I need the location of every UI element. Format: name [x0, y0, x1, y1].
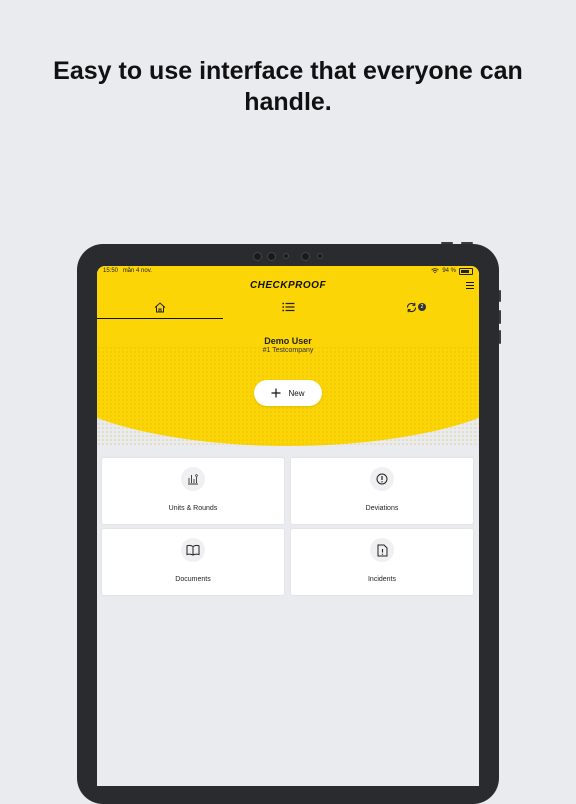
app-logo: CHECKPROOF [249, 280, 327, 291]
status-date: mån 4 nov. [122, 268, 152, 274]
list-icon [281, 302, 294, 312]
rounds-icon [181, 467, 205, 491]
plus-icon [271, 388, 281, 398]
camera-lens [267, 252, 276, 261]
camera-lens [301, 252, 310, 261]
tab-bar: 2 [97, 296, 479, 320]
top-button [441, 242, 453, 244]
user-info: Demo User #1 Testcompany [97, 336, 479, 354]
menu-icon[interactable] [466, 282, 474, 291]
tab-list[interactable] [223, 296, 353, 318]
card-label: Documents [175, 576, 211, 583]
card-deviations[interactable]: Deviations [291, 458, 473, 524]
tab-home[interactable] [97, 296, 223, 319]
volume-button [499, 290, 501, 302]
card-label: Units & Rounds [168, 505, 218, 512]
headline-line-2: handle. [244, 88, 332, 116]
book-icon [181, 538, 205, 562]
new-button-label: New [288, 388, 305, 398]
user-name: Demo User [264, 336, 312, 346]
card-documents[interactable]: Documents [102, 529, 284, 595]
battery-percent: 94 % [442, 268, 456, 274]
card-label: Deviations [365, 505, 399, 512]
headline-line-1: Easy to use interface that everyone can [53, 57, 523, 85]
tab-sync[interactable]: 2 [353, 296, 479, 318]
alert-icon [370, 467, 394, 491]
sensor-dot [283, 253, 289, 259]
status-time: 15:50 [103, 268, 119, 274]
volume-button [499, 310, 501, 324]
card-incidents[interactable]: Incidents [291, 529, 473, 595]
headline: Easy to use interface that everyone can … [0, 56, 576, 118]
wifi-icon [431, 268, 440, 273]
user-company: #1 Testcompany [262, 347, 314, 354]
new-button[interactable]: New [254, 380, 322, 406]
sensor-dot [317, 253, 323, 259]
sensor-dot [253, 252, 262, 261]
volume-button [499, 330, 501, 344]
top-button [461, 242, 473, 244]
incident-icon [370, 538, 394, 562]
card-label: Incidents [367, 576, 397, 583]
app-screen: 15:50 mån 4 nov. 94 % CHECKPROOF 2 Demo … [97, 266, 479, 786]
battery-icon [459, 267, 473, 275]
sync-count-badge: 2 [418, 303, 426, 311]
sync-icon [406, 302, 417, 312]
tablet-frame: 15:50 mån 4 nov. 94 % CHECKPROOF 2 Demo … [77, 242, 501, 804]
home-icon [154, 301, 166, 312]
status-bar: 15:50 mån 4 nov. 94 % [97, 266, 479, 276]
card-units-rounds[interactable]: Units & Rounds [102, 458, 284, 524]
camera-bar [247, 252, 327, 261]
